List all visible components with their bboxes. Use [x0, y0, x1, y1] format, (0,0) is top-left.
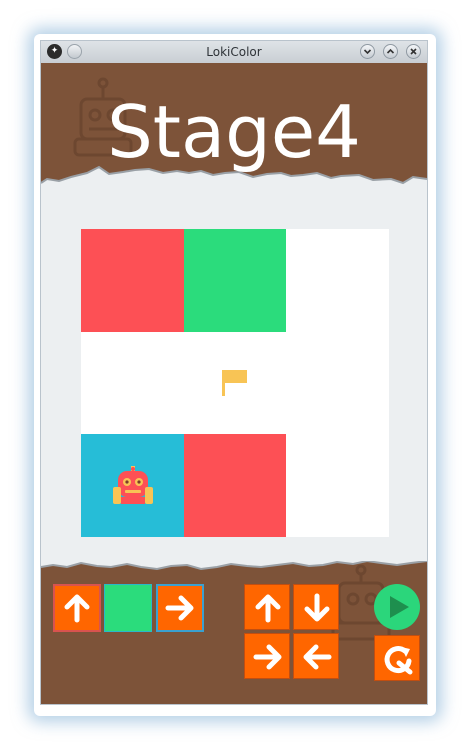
reset-button[interactable] [374, 635, 420, 681]
chevron-up-icon [386, 48, 395, 54]
palette-left-button[interactable] [293, 633, 339, 679]
app-window: ✦ LokiColor Stage4 [40, 40, 428, 705]
arrow-right-icon [253, 644, 282, 670]
program-slot-3[interactable] [156, 584, 204, 632]
stage-header: Stage4 [41, 63, 427, 223]
board-cell [286, 229, 389, 332]
palette-down-button[interactable] [293, 584, 339, 630]
program-slot-1[interactable] [53, 584, 101, 632]
arrow-right-icon [165, 595, 194, 621]
board-cell [184, 229, 287, 332]
title-bar: ✦ LokiColor [41, 41, 427, 64]
arrow-left-icon [303, 644, 332, 670]
palette-right-button[interactable] [244, 633, 290, 679]
arrow-up-icon [64, 594, 90, 623]
board-cell [81, 332, 184, 435]
palette-up-button[interactable] [244, 584, 290, 630]
board-cell [286, 434, 389, 537]
restart-icon [384, 646, 413, 675]
play-button[interactable] [374, 584, 420, 630]
close-icon [410, 48, 417, 55]
maximize-button[interactable] [383, 44, 398, 59]
stage-title: Stage4 [107, 90, 361, 174]
board-cell [286, 332, 389, 435]
control-panel [41, 561, 427, 704]
board-cell [81, 229, 184, 332]
program-slot-2[interactable] [104, 584, 152, 632]
torn-paper-footer [41, 561, 427, 704]
flag-icon [222, 370, 247, 396]
chevron-down-icon [363, 49, 372, 55]
robot-icon [113, 466, 153, 504]
close-button[interactable] [406, 44, 421, 59]
arrow-down-icon [304, 593, 330, 622]
board-cell [184, 434, 287, 537]
play-icon [390, 596, 409, 618]
arrow-up-icon [255, 594, 281, 623]
minimize-button[interactable] [360, 44, 375, 59]
game-board [81, 229, 389, 537]
